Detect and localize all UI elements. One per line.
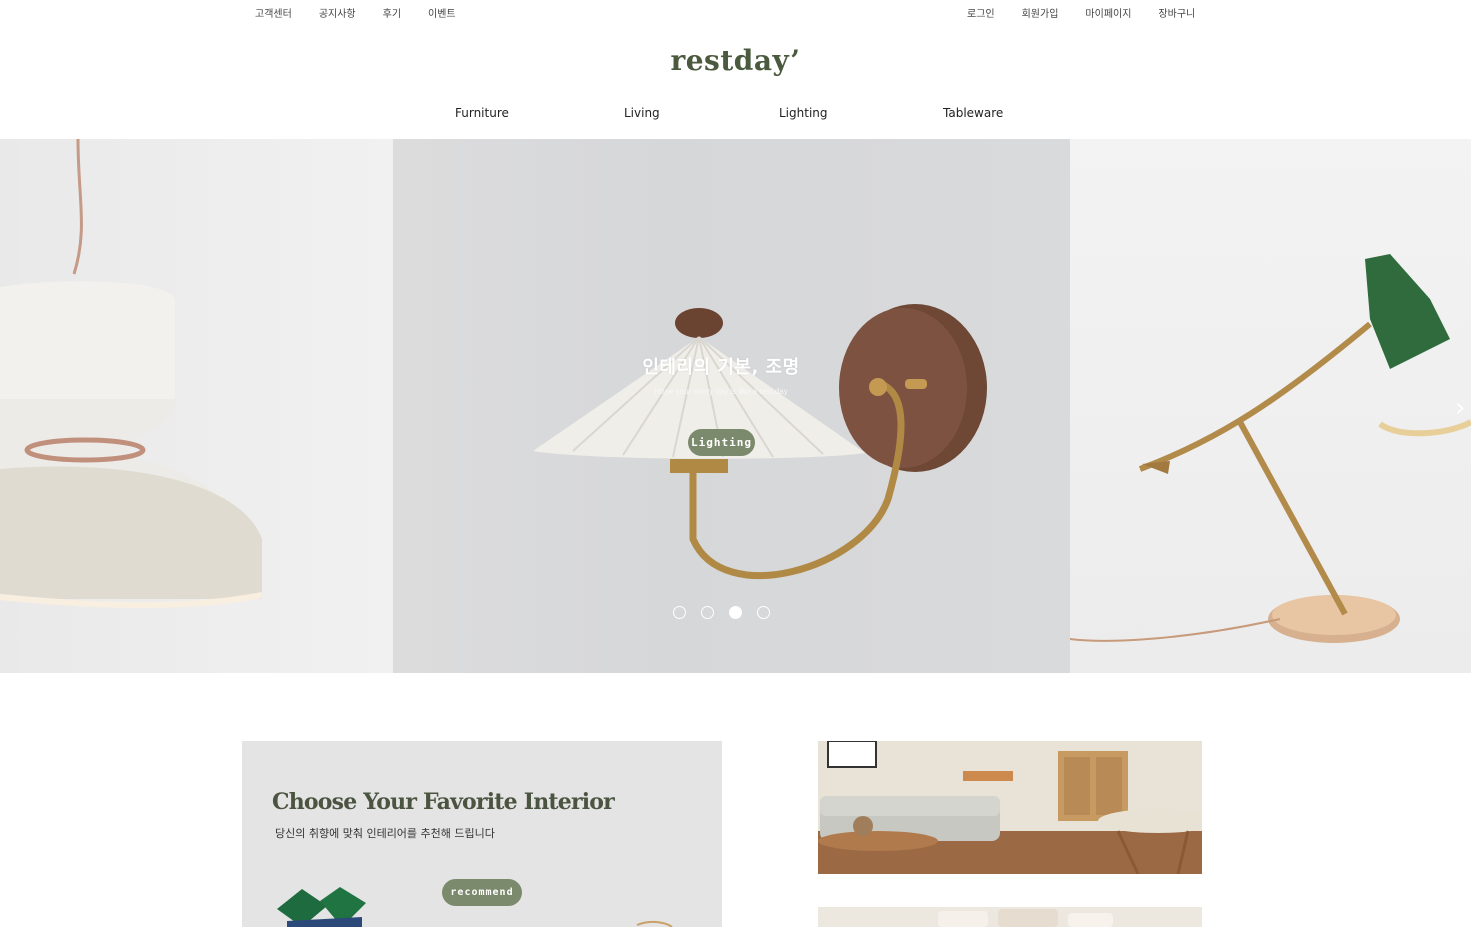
slide-image-pendant-lamp xyxy=(0,139,393,673)
cart-link[interactable]: 장바구니 xyxy=(1158,5,1195,20)
main-nav: Furniture Living Lighting Tableware xyxy=(0,106,1471,126)
slider-dots xyxy=(673,606,770,619)
login-link[interactable]: 로그인 xyxy=(967,5,995,20)
bedroom-image[interactable] xyxy=(818,907,1202,927)
top-utility-bar: 고객센터 공지사항 후기 이벤트 로그인 회원가입 마이페이지 장바구니 xyxy=(0,0,1471,24)
bedroom-illustration xyxy=(818,907,1202,927)
mypage-link[interactable]: 마이페이지 xyxy=(1085,5,1131,20)
customer-center-link[interactable]: 고객센터 xyxy=(255,5,292,20)
utility-links-right: 로그인 회원가입 마이페이지 장바구니 xyxy=(967,5,1195,20)
hero-slider: 인테리의 기본, 조명 Hope your every day is like … xyxy=(0,139,1471,673)
promo-title: Choose Your Favorite Interior xyxy=(272,789,615,815)
living-room-illustration xyxy=(818,741,1202,874)
slider-dot-3[interactable] xyxy=(729,606,742,619)
notice-link[interactable]: 공지사항 xyxy=(319,5,356,20)
slider-dot-1[interactable] xyxy=(673,606,686,619)
slide-image-wall-sconce xyxy=(393,139,1070,673)
utility-links-left: 고객센터 공지사항 후기 이벤트 xyxy=(255,5,456,20)
hero-title: 인테리의 기본, 조명 xyxy=(642,357,800,378)
recommend-button[interactable]: recommend xyxy=(442,879,522,906)
hero-text-block: 인테리의 기본, 조명 Hope your every day is like … xyxy=(393,353,1049,396)
pendant-lamp-illustration xyxy=(0,139,263,609)
nav-item-lighting[interactable]: Lighting xyxy=(779,106,828,120)
slide-image-desk-lamp xyxy=(1069,139,1471,673)
signup-link[interactable]: 회원가입 xyxy=(1022,5,1059,20)
site-logo[interactable]: restday’ xyxy=(0,44,1471,77)
wall-sconce-illustration xyxy=(533,304,987,579)
slider-dot-4[interactable] xyxy=(757,606,770,619)
nav-item-living[interactable]: Living xyxy=(624,106,660,120)
events-link[interactable]: 이벤트 xyxy=(428,5,456,20)
slider-next-arrow-icon[interactable]: › xyxy=(1455,393,1465,423)
promo-subtitle: 당신의 취향에 맞춰 인테리어를 추천해 드립니다 xyxy=(275,827,495,840)
desk-lamp-illustration xyxy=(1069,254,1471,643)
nav-item-furniture[interactable]: Furniture xyxy=(455,106,509,120)
logo-text: restday’ xyxy=(670,44,801,77)
slider-dot-2[interactable] xyxy=(701,606,714,619)
nav-item-tableware[interactable]: Tableware xyxy=(943,106,1003,120)
hero-category-button[interactable]: Lighting xyxy=(688,429,755,456)
living-room-image[interactable] xyxy=(818,741,1202,874)
recommend-promo-card: Choose Your Favorite Interior 당신의 취향에 맞춰… xyxy=(242,741,722,927)
reviews-link[interactable]: 후기 xyxy=(383,5,401,20)
hero-subtitle: Hope your every day is like a rest day xyxy=(654,387,788,396)
